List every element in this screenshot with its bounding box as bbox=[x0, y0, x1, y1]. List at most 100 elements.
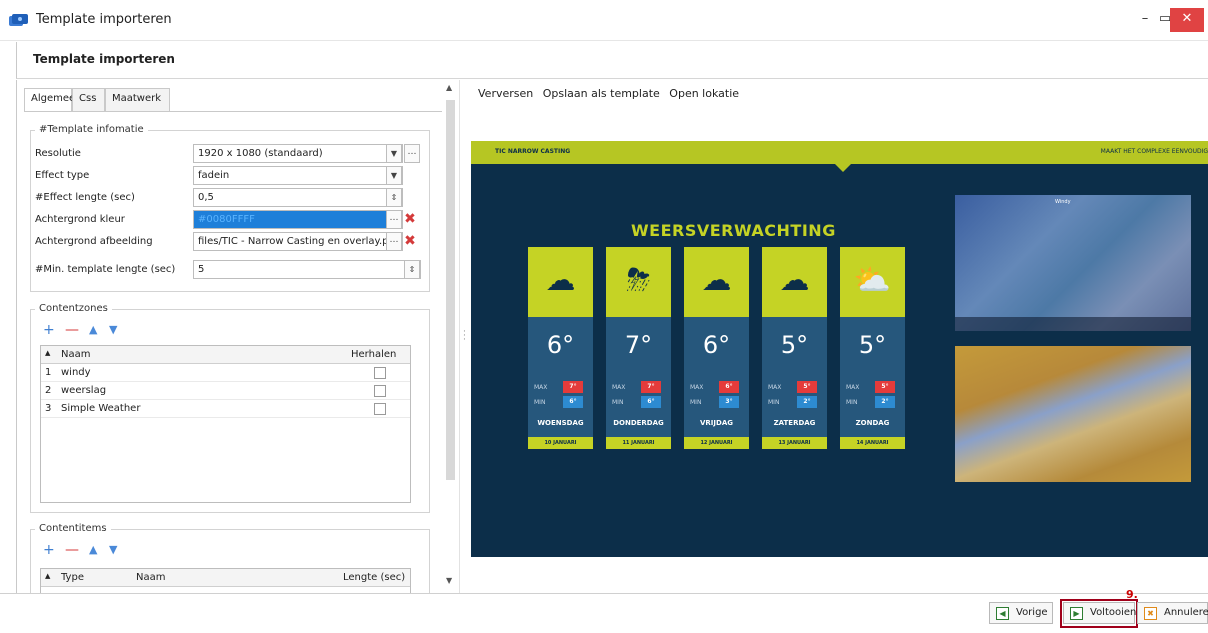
open-location-link[interactable]: Open lokatie bbox=[669, 87, 739, 100]
bg-image-input[interactable]: files/TIC - Narrow Casting en overlay.pn… bbox=[193, 232, 403, 251]
ellipsis-icon[interactable]: … bbox=[386, 232, 402, 251]
min-length-row: #Min. template lengte (sec) 5 ⇕ bbox=[35, 260, 435, 280]
table-row[interactable]: 2 weerslag bbox=[41, 383, 410, 400]
previous-button[interactable]: ◀ Vorige bbox=[989, 602, 1053, 624]
cloud-icon: ☁ bbox=[684, 247, 749, 317]
forecast-card: ☁ 6° MAX 6° MIN 3° VRIJDAG 12 JANUARI bbox=[684, 247, 749, 449]
window-titlebar: Template importeren – ▭ ✕ bbox=[0, 0, 1208, 41]
back-icon: ◀ bbox=[996, 607, 1009, 620]
vertical-scrollbar[interactable]: ▲ ▼ bbox=[442, 80, 459, 593]
min-length-label: #Min. template lengte (sec) bbox=[35, 264, 176, 275]
template-preview: TIC NARROW CASTING MAAKT HET COMPLEXE EE… bbox=[471, 141, 1208, 557]
contentitems-title: Contentitems bbox=[35, 523, 111, 534]
forecast-card: ⛅ 5° MAX 5° MIN 2° ZONDAG 14 JANUARI bbox=[840, 247, 905, 449]
app-icon bbox=[9, 14, 28, 26]
bg-image-row: Achtergrond afbeelding files/TIC - Narro… bbox=[35, 232, 435, 252]
spinner-icon[interactable]: ⇕ bbox=[404, 260, 420, 279]
move-up-icon[interactable]: ▲ bbox=[89, 322, 97, 338]
scroll-up-icon[interactable]: ▲ bbox=[446, 83, 452, 92]
move-down-icon[interactable]: ▼ bbox=[109, 542, 117, 558]
bg-color-label: Achtergrond kleur bbox=[35, 214, 125, 225]
resolution-label: Resolutie bbox=[35, 148, 81, 159]
wind-map: Windy bbox=[955, 195, 1191, 331]
scrollbar-thumb[interactable] bbox=[446, 100, 455, 480]
cloud-icon: ☁ bbox=[528, 247, 593, 317]
map-label: Windy bbox=[1055, 199, 1071, 205]
clear-icon[interactable]: ✖ bbox=[402, 211, 418, 228]
resolution-select[interactable]: 1920 x 1080 (standaard) bbox=[193, 144, 403, 163]
cancel-icon: ✖ bbox=[1144, 607, 1157, 620]
move-down-icon[interactable]: ▼ bbox=[109, 322, 117, 338]
repeat-checkbox[interactable] bbox=[374, 367, 386, 379]
close-button[interactable]: ✕ bbox=[1170, 8, 1204, 32]
spinner-icon[interactable]: ⇕ bbox=[386, 188, 402, 207]
repeat-checkbox[interactable] bbox=[374, 403, 386, 415]
table-row[interactable]: 3 Simple Weather bbox=[41, 401, 410, 418]
contentzones-title: Contentzones bbox=[35, 303, 112, 314]
forecast-card: ☁ 6° MAX 7° MIN 6° WOENSDAG 10 JANUARI bbox=[528, 247, 593, 449]
topbar-notch bbox=[835, 164, 851, 172]
settings-panel: Algemeen Css Maatwerk #Template infomati… bbox=[16, 80, 442, 593]
ellipsis-icon[interactable]: … bbox=[386, 210, 402, 229]
save-as-template-link[interactable]: Opslaan als template bbox=[543, 87, 660, 100]
col-type[interactable]: Type bbox=[61, 572, 84, 590]
bg-color-input[interactable]: #0080FFFF bbox=[193, 210, 403, 229]
grip-icon: · · · bbox=[463, 327, 466, 345]
forecast-heading: WEERSVERWACHTING bbox=[631, 221, 836, 240]
refresh-link[interactable]: Verversen bbox=[478, 87, 533, 100]
resolution-row: Resolutie 1920 x 1080 (standaard) ▼ … bbox=[35, 144, 435, 164]
chevron-down-icon[interactable]: ▼ bbox=[386, 166, 402, 185]
sort-asc-icon[interactable]: ▲ bbox=[45, 572, 50, 590]
partly-cloudy-icon: ⛅ bbox=[840, 247, 905, 317]
tab-algemeen[interactable]: Algemeen bbox=[24, 88, 82, 112]
dialog-footer: ◀ Vorige ▶ Voltooien ✖ Annuleren bbox=[0, 593, 1208, 633]
chevron-down-icon[interactable]: ▼ bbox=[386, 144, 402, 163]
contentitems-toolbar: + — ▲ ▼ bbox=[43, 542, 133, 558]
tab-css[interactable]: Css bbox=[72, 88, 105, 111]
panel-splitter[interactable]: · · · bbox=[459, 80, 470, 593]
remove-icon[interactable]: — bbox=[65, 322, 79, 338]
tab-divider bbox=[24, 111, 442, 112]
thunderstorm-icon: ⛈ bbox=[606, 247, 671, 317]
tagline-label: MAAKT HET COMPLEXE EENVOUDIG bbox=[1100, 148, 1208, 155]
repeat-checkbox[interactable] bbox=[374, 385, 386, 397]
template-info-title: #Template infomatie bbox=[35, 124, 148, 135]
forecast-card: ⛈ 7° MAX 7° MIN 6° DONDERDAG 11 JANUARI bbox=[606, 247, 671, 449]
bg-image-label: Achtergrond afbeelding bbox=[35, 236, 153, 247]
contentitems-table: ▲ Type Naam Lengte (sec) bbox=[40, 568, 411, 593]
effect-type-select[interactable]: fadein bbox=[193, 166, 403, 185]
step-marker: 9. bbox=[1126, 588, 1138, 601]
clear-icon[interactable]: ✖ bbox=[402, 233, 418, 250]
map-timeline bbox=[955, 317, 1191, 331]
add-icon[interactable]: + bbox=[43, 542, 55, 558]
move-up-icon[interactable]: ▲ bbox=[89, 542, 97, 558]
col-lengte[interactable]: Lengte (sec) bbox=[343, 572, 405, 590]
table-row[interactable]: 1 windy bbox=[41, 365, 410, 382]
effect-length-label: #Effect lengte (sec) bbox=[35, 192, 135, 203]
add-icon[interactable]: + bbox=[43, 322, 55, 338]
preview-topbar: TIC NARROW CASTING MAAKT HET COMPLEXE EE… bbox=[471, 141, 1208, 164]
tab-maatwerk[interactable]: Maatwerk bbox=[105, 88, 170, 111]
cancel-button[interactable]: ✖ Annuleren bbox=[1137, 602, 1208, 624]
effect-length-input[interactable]: 0,5 bbox=[193, 188, 403, 207]
precipitation-map bbox=[955, 346, 1191, 482]
contentzones-table: ▲ Naam Herhalen 1 windy 2 weerslag 3 Sim… bbox=[40, 345, 411, 503]
window-title: Template importeren bbox=[36, 12, 172, 27]
preview-menu: Verversen Opslaan als template Open loka… bbox=[478, 87, 745, 100]
bg-color-row: Achtergrond kleur #0080FFFF … ✖ bbox=[35, 210, 435, 230]
effect-length-row: #Effect lengte (sec) 0,5 ⇕ bbox=[35, 188, 435, 208]
ellipsis-icon[interactable]: … bbox=[404, 144, 420, 163]
cloud-icon: ☁ bbox=[762, 247, 827, 317]
forecast-card: ☁ 5° MAX 5° MIN 2° ZATERDAG 13 JANUARI bbox=[762, 247, 827, 449]
col-naam[interactable]: Naam bbox=[136, 572, 165, 590]
dialog-header: Template importeren bbox=[16, 42, 1208, 79]
brand-label: TIC NARROW CASTING bbox=[495, 148, 571, 155]
finish-button[interactable]: ▶ Voltooien bbox=[1063, 602, 1136, 624]
effect-type-label: Effect type bbox=[35, 170, 90, 181]
dialog-title: Template importeren bbox=[33, 52, 175, 66]
effect-type-row: Effect type fadein ▼ bbox=[35, 166, 435, 186]
remove-icon[interactable]: — bbox=[65, 542, 79, 558]
scroll-down-icon[interactable]: ▼ bbox=[446, 576, 452, 585]
contentzones-toolbar: + — ▲ ▼ bbox=[43, 322, 133, 338]
min-length-input[interactable]: 5 bbox=[193, 260, 421, 279]
